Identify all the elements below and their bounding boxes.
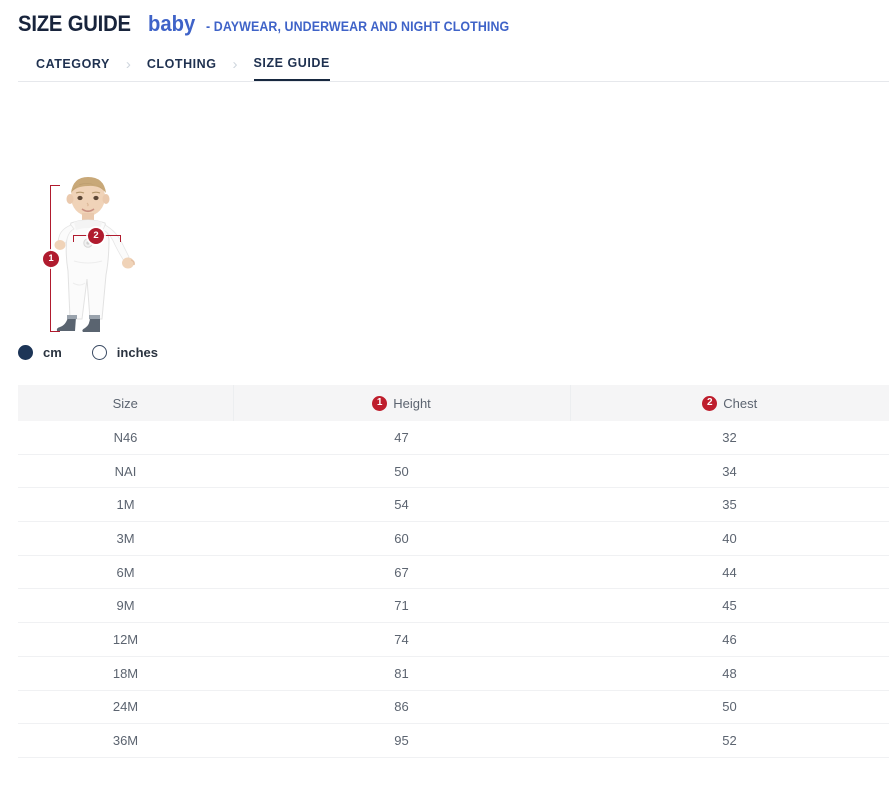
table-row: 9M 71 45: [18, 589, 889, 623]
table-row: 18M 81 48: [18, 656, 889, 690]
cell-height: 47: [233, 421, 570, 454]
height-measure-cap-bottom: [50, 331, 60, 332]
cell-height: 50: [233, 454, 570, 488]
cell-chest: 32: [570, 421, 889, 454]
breadcrumb-item-category[interactable]: CATEGORY: [36, 48, 110, 80]
cell-size: 1M: [18, 488, 233, 522]
column-header-chest: 2 Chest: [570, 385, 889, 421]
unit-label-inches: inches: [117, 345, 158, 360]
chevron-right-icon: ›: [233, 48, 238, 80]
breadcrumb: CATEGORY › CLOTHING › SIZE GUIDE: [0, 48, 889, 82]
cell-chest: 48: [570, 656, 889, 690]
cell-chest: 50: [570, 690, 889, 724]
unit-label-cm: cm: [43, 345, 62, 360]
table-row: 24M 86 50: [18, 690, 889, 724]
table-row: 1M 54 35: [18, 488, 889, 522]
cell-height: 95: [233, 724, 570, 758]
table-row: 36M 95 52: [18, 724, 889, 758]
cell-height: 74: [233, 623, 570, 657]
table-row: 3M 60 40: [18, 522, 889, 556]
cell-chest: 52: [570, 724, 889, 758]
badge-1-icon: 1: [372, 396, 387, 411]
cell-chest: 44: [570, 555, 889, 589]
unit-option-inches[interactable]: inches: [92, 345, 158, 360]
cell-size: 6M: [18, 555, 233, 589]
column-header-size-label: Size: [113, 396, 138, 411]
table-header-row: Size 1 Height 2 Chest: [18, 385, 889, 421]
chest-measure-cap-right: [120, 235, 121, 242]
measurement-figure: 1 2: [18, 82, 889, 344]
cell-size: 24M: [18, 690, 233, 724]
page-title-subtitle: - DAYWEAR, UNDERWEAR AND NIGHT CLOTHING: [206, 19, 509, 34]
cell-size: NAI: [18, 454, 233, 488]
unit-option-cm[interactable]: cm: [18, 345, 62, 360]
cell-height: 86: [233, 690, 570, 724]
column-header-chest-label: Chest: [723, 396, 757, 411]
cell-height: 60: [233, 522, 570, 556]
table-row: N46 47 32: [18, 421, 889, 454]
chest-measure-cap-left: [73, 235, 74, 242]
cell-size: 9M: [18, 589, 233, 623]
cell-chest: 34: [570, 454, 889, 488]
page-title-main: SIZE GUIDE: [18, 11, 131, 37]
cell-chest: 40: [570, 522, 889, 556]
cell-size: 3M: [18, 522, 233, 556]
badge-2-icon: 2: [702, 396, 717, 411]
column-header-size: Size: [18, 385, 233, 421]
cell-size: 18M: [18, 656, 233, 690]
cell-chest: 35: [570, 488, 889, 522]
page-title-category: baby: [148, 11, 195, 37]
table-body: N46 47 32 NAI 50 34 1M 54 35 3M 60 40 6M…: [18, 421, 889, 757]
cell-height: 67: [233, 555, 570, 589]
breadcrumb-item-size-guide[interactable]: SIZE GUIDE: [254, 47, 330, 82]
height-measure-cap-top: [50, 185, 60, 186]
table-row: 12M 74 46: [18, 623, 889, 657]
chevron-right-icon: ›: [126, 48, 131, 80]
cell-size: 36M: [18, 724, 233, 758]
page-header: SIZE GUIDE baby - DAYWEAR, UNDERWEAR AND…: [0, 0, 889, 37]
table-row: 6M 67 44: [18, 555, 889, 589]
table-row: NAI 50 34: [18, 454, 889, 488]
marker-2-chest: 2: [88, 228, 104, 244]
cell-chest: 46: [570, 623, 889, 657]
cell-size: 12M: [18, 623, 233, 657]
cell-height: 81: [233, 656, 570, 690]
breadcrumb-item-clothing[interactable]: CLOTHING: [147, 48, 217, 80]
cell-size: N46: [18, 421, 233, 454]
column-header-height-label: Height: [393, 396, 431, 411]
cell-height: 54: [233, 488, 570, 522]
marker-1-height: 1: [43, 251, 59, 267]
size-guide-table: Size 1 Height 2 Chest N46 47 32: [18, 385, 889, 758]
radio-inches-icon[interactable]: [92, 345, 107, 360]
column-header-height: 1 Height: [233, 385, 570, 421]
cell-chest: 45: [570, 589, 889, 623]
page-title: SIZE GUIDE baby - DAYWEAR, UNDERWEAR AND…: [18, 11, 889, 37]
radio-cm-icon[interactable]: [18, 345, 33, 360]
cell-height: 71: [233, 589, 570, 623]
